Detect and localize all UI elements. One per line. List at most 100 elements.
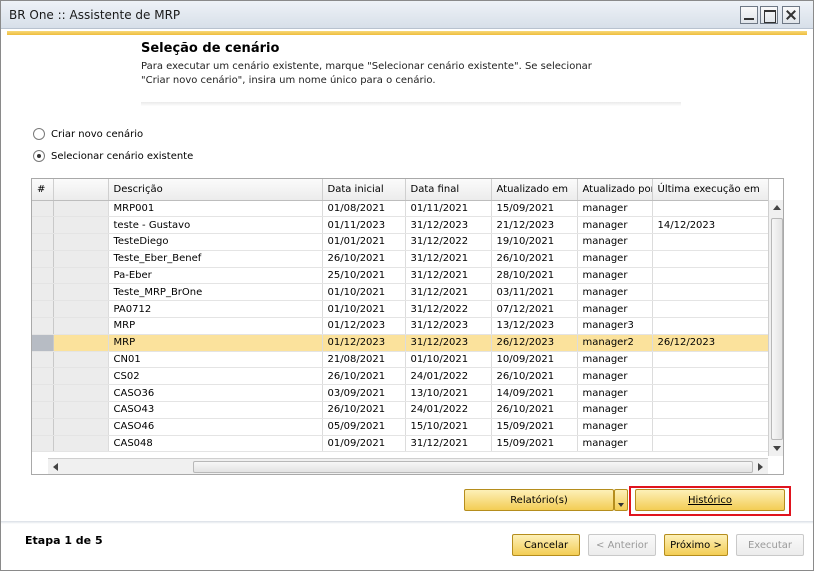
table-row[interactable]: Teste_Eber_Benef 26/10/2021 31/12/2021 26/1… [32, 250, 769, 268]
cell-descricao[interactable]: CN01 [108, 351, 323, 369]
cell-data-final[interactable]: 24/01/2022 [405, 401, 492, 419]
radio-create-new[interactable]: Criar novo cenário [33, 127, 143, 141]
cell-descricao[interactable]: CASO36 [108, 384, 323, 403]
row-header[interactable] [32, 283, 54, 302]
radio-checked-icon[interactable] [33, 150, 45, 162]
cell-data-inicial[interactable]: 21/08/2021 [322, 351, 406, 369]
cell-atualizado-em[interactable]: 15/09/2021 [491, 200, 578, 218]
cell-descricao[interactable]: CAS048 [108, 435, 323, 453]
col-header-atualizado-em[interactable]: Atualizado em [491, 179, 578, 201]
cell-ultima-execucao[interactable] [652, 401, 769, 419]
table-row[interactable]: PA0712 01/10/2021 31/12/2022 07/12/2021 mana… [32, 300, 769, 319]
cell-atualizado-por[interactable]: manager3 [577, 317, 653, 335]
table-row[interactable]: teste - Gustavo 01/11/2023 31/12/2023 21/12… [32, 216, 769, 235]
row-header[interactable] [32, 216, 54, 235]
cell-data-final[interactable]: 31/12/2021 [405, 250, 492, 268]
cell-ultima-execucao[interactable] [652, 250, 769, 268]
col-header-blank[interactable] [53, 179, 109, 201]
cell-atualizado-em[interactable]: 07/12/2021 [491, 300, 578, 319]
horizontal-scrollbar[interactable] [48, 458, 768, 474]
radio-unchecked-icon[interactable] [33, 128, 45, 140]
cell-data-final[interactable]: 31/12/2023 [405, 317, 492, 335]
cell-ultima-execucao[interactable] [652, 267, 769, 285]
cell-atualizado-por[interactable]: manager [577, 233, 653, 251]
cell-ultima-execucao[interactable] [652, 233, 769, 251]
reports-button[interactable]: Relatório(s) [464, 489, 614, 511]
cell-atualizado-por[interactable]: manager [577, 267, 653, 285]
cell-data-final[interactable]: 31/12/2021 [405, 283, 492, 302]
scroll-down-icon[interactable] [773, 446, 781, 451]
row-header[interactable] [32, 334, 54, 352]
cell-data-inicial[interactable]: 26/10/2021 [322, 367, 406, 386]
cell-atualizado-por[interactable]: manager [577, 384, 653, 403]
cell-data-inicial[interactable]: 01/01/2021 [322, 233, 406, 251]
cell-data-inicial[interactable]: 01/09/2021 [322, 435, 406, 453]
row-header[interactable] [32, 401, 54, 419]
cell-descricao[interactable]: MRP001 [108, 200, 323, 218]
cell-data-inicial[interactable]: 01/08/2021 [322, 200, 406, 218]
cell-atualizado-em[interactable]: 19/10/2021 [491, 233, 578, 251]
table-row[interactable]: Teste_MRP_BrOne 01/10/2021 31/12/2021 03/11… [32, 283, 769, 302]
maximize-icon[interactable] [760, 6, 778, 24]
cell-atualizado-em[interactable]: 10/09/2021 [491, 351, 578, 369]
cell-atualizado-em[interactable]: 26/10/2021 [491, 250, 578, 268]
table-row[interactable]: CS02 26/10/2021 24/01/2022 26/10/2021 manage… [32, 367, 769, 386]
cell-ultima-execucao[interactable] [652, 317, 769, 335]
cell-atualizado-por[interactable]: manager [577, 250, 653, 268]
cell-atualizado-por[interactable]: manager [577, 300, 653, 319]
cell-atualizado-por[interactable]: manager [577, 418, 653, 436]
cell-atualizado-por[interactable]: manager [577, 216, 653, 235]
cell-descricao[interactable]: Pa-Eber [108, 267, 323, 285]
row-header[interactable] [32, 300, 54, 319]
cell-atualizado-por[interactable]: manager [577, 351, 653, 369]
cell-descricao[interactable]: TesteDiego [108, 233, 323, 251]
cell-descricao[interactable]: PA0712 [108, 300, 323, 319]
cell-atualizado-por[interactable]: manager [577, 200, 653, 218]
scroll-left-icon[interactable] [53, 463, 58, 471]
cell-ultima-execucao[interactable] [652, 200, 769, 218]
execute-button[interactable]: Executar [736, 534, 804, 556]
vertical-scroll-thumb[interactable] [771, 218, 783, 440]
cell-ultima-execucao[interactable] [652, 418, 769, 436]
row-header[interactable] [32, 267, 54, 285]
cell-data-final[interactable]: 24/01/2022 [405, 367, 492, 386]
reports-dropdown-icon[interactable] [614, 489, 628, 511]
table-row[interactable]: TesteDiego 01/01/2021 31/12/2022 19/10/2021… [32, 233, 769, 251]
cell-data-final[interactable]: 15/10/2021 [405, 418, 492, 436]
cell-atualizado-por[interactable]: manager [577, 435, 653, 453]
scroll-right-icon[interactable] [758, 463, 763, 471]
cancel-button[interactable]: Cancelar [512, 534, 580, 556]
cell-data-inicial[interactable]: 25/10/2021 [322, 267, 406, 285]
cell-atualizado-por[interactable]: manager [577, 401, 653, 419]
col-header-data-final[interactable]: Data final [405, 179, 492, 201]
table-row[interactable]: CASO43 26/10/2021 24/01/2022 26/10/2021 mana… [32, 401, 769, 419]
cell-ultima-execucao[interactable]: 26/12/2023 [652, 334, 769, 352]
cell-data-inicial[interactable]: 05/09/2021 [322, 418, 406, 436]
cell-atualizado-por[interactable]: manager [577, 367, 653, 386]
row-header[interactable] [32, 435, 54, 453]
cell-data-inicial[interactable]: 26/10/2021 [322, 401, 406, 419]
cell-atualizado-por[interactable]: manager2 [577, 334, 653, 352]
cell-ultima-execucao[interactable] [652, 283, 769, 302]
cell-data-inicial[interactable]: 01/12/2023 [322, 317, 406, 335]
cell-atualizado-em[interactable]: 15/09/2021 [491, 435, 578, 453]
horizontal-scroll-thumb[interactable] [193, 461, 753, 473]
next-button[interactable]: Próximo > [664, 534, 728, 556]
cell-data-final[interactable]: 13/10/2021 [405, 384, 492, 403]
cell-descricao[interactable]: MRP [108, 334, 323, 352]
previous-button[interactable]: < Anterior [588, 534, 656, 556]
cell-data-final[interactable]: 31/12/2023 [405, 334, 492, 352]
cell-ultima-execucao[interactable] [652, 351, 769, 369]
cell-descricao[interactable]: CASO46 [108, 418, 323, 436]
cell-data-final[interactable]: 01/10/2021 [405, 351, 492, 369]
table-row[interactable]: CASO36 03/09/2021 13/10/2021 14/09/2021 mana… [32, 384, 769, 403]
cell-atualizado-em[interactable]: 26/10/2021 [491, 401, 578, 419]
cell-data-inicial[interactable]: 01/10/2021 [322, 300, 406, 319]
cell-ultima-execucao[interactable]: 14/12/2023 [652, 216, 769, 235]
col-header-atualizado-por[interactable]: Atualizado por [577, 179, 653, 201]
cell-data-final[interactable]: 31/12/2021 [405, 435, 492, 453]
cell-data-final[interactable]: 01/11/2021 [405, 200, 492, 218]
cell-descricao[interactable]: CS02 [108, 367, 323, 386]
cell-atualizado-em[interactable]: 03/11/2021 [491, 283, 578, 302]
row-header[interactable] [32, 200, 54, 218]
